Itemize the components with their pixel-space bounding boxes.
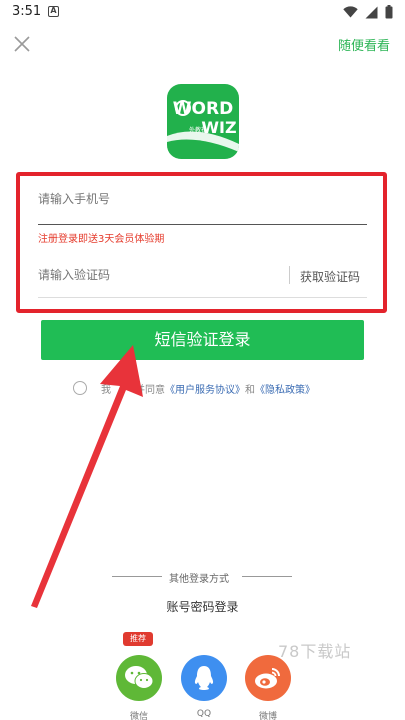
weibo-login-button[interactable] — [245, 655, 291, 701]
app-logo: WORD 外教社 WIZ — [167, 84, 239, 159]
wechat-login-button[interactable] — [116, 655, 162, 701]
recommended-badge: 推荐 — [123, 632, 153, 646]
agreement-prefix: 我 — [101, 384, 111, 396]
divider-left — [112, 576, 162, 577]
other-login-title: 其他登录方式 — [169, 574, 229, 585]
qq-login-button[interactable] — [181, 655, 227, 701]
status-icons — [343, 5, 393, 19]
agreement-row: 我 并同意 《用户服务协议》 和 《隐私政策》 — [73, 380, 315, 396]
get-code-button[interactable]: 获取验证码 — [300, 268, 360, 285]
wechat-label: 微信 — [129, 712, 148, 720]
weibo-icon — [255, 668, 280, 689]
close-button[interactable] — [12, 34, 32, 54]
phone-input[interactable] — [38, 192, 358, 206]
code-underline — [38, 297, 367, 298]
notification-icon: A — [48, 6, 59, 17]
trial-hint: 注册登录即送3天会员体验期 — [38, 234, 165, 245]
svg-text:WIZ: WIZ — [201, 118, 236, 137]
sms-login-button[interactable]: 短信验证登录 — [41, 320, 364, 360]
watermark: 78下载站 — [278, 642, 352, 661]
weibo-label: 微博 — [258, 712, 277, 720]
qq-icon — [194, 666, 214, 690]
status-bar: 3:51 A — [0, 0, 405, 26]
status-time: 3:51 — [12, 4, 42, 19]
wechat-icon — [125, 666, 154, 689]
svg-text:WORD: WORD — [173, 99, 233, 119]
agreement-checkbox[interactable] — [73, 381, 87, 395]
privacy-policy-link[interactable]: 《隐私政策》 — [255, 381, 315, 396]
password-login-link[interactable]: 账号密码登录 — [0, 598, 405, 615]
field-divider — [289, 266, 290, 284]
signal-icon — [365, 6, 378, 18]
other-login-heading: 其他登录方式 — [112, 570, 292, 585]
close-icon — [14, 36, 30, 52]
phone-underline — [38, 224, 367, 225]
wifi-icon — [343, 6, 358, 18]
user-agreement-link[interactable]: 《用户服务协议》 — [165, 381, 245, 396]
divider-right — [242, 576, 292, 577]
agreement-middle: 并同意 — [135, 384, 165, 396]
verification-code-input[interactable] — [38, 268, 268, 282]
agreement-and: 和 — [245, 384, 255, 396]
battery-icon — [385, 5, 393, 19]
qq-label: QQ — [196, 709, 212, 719]
browse-link[interactable]: 随便看看 — [338, 35, 390, 54]
